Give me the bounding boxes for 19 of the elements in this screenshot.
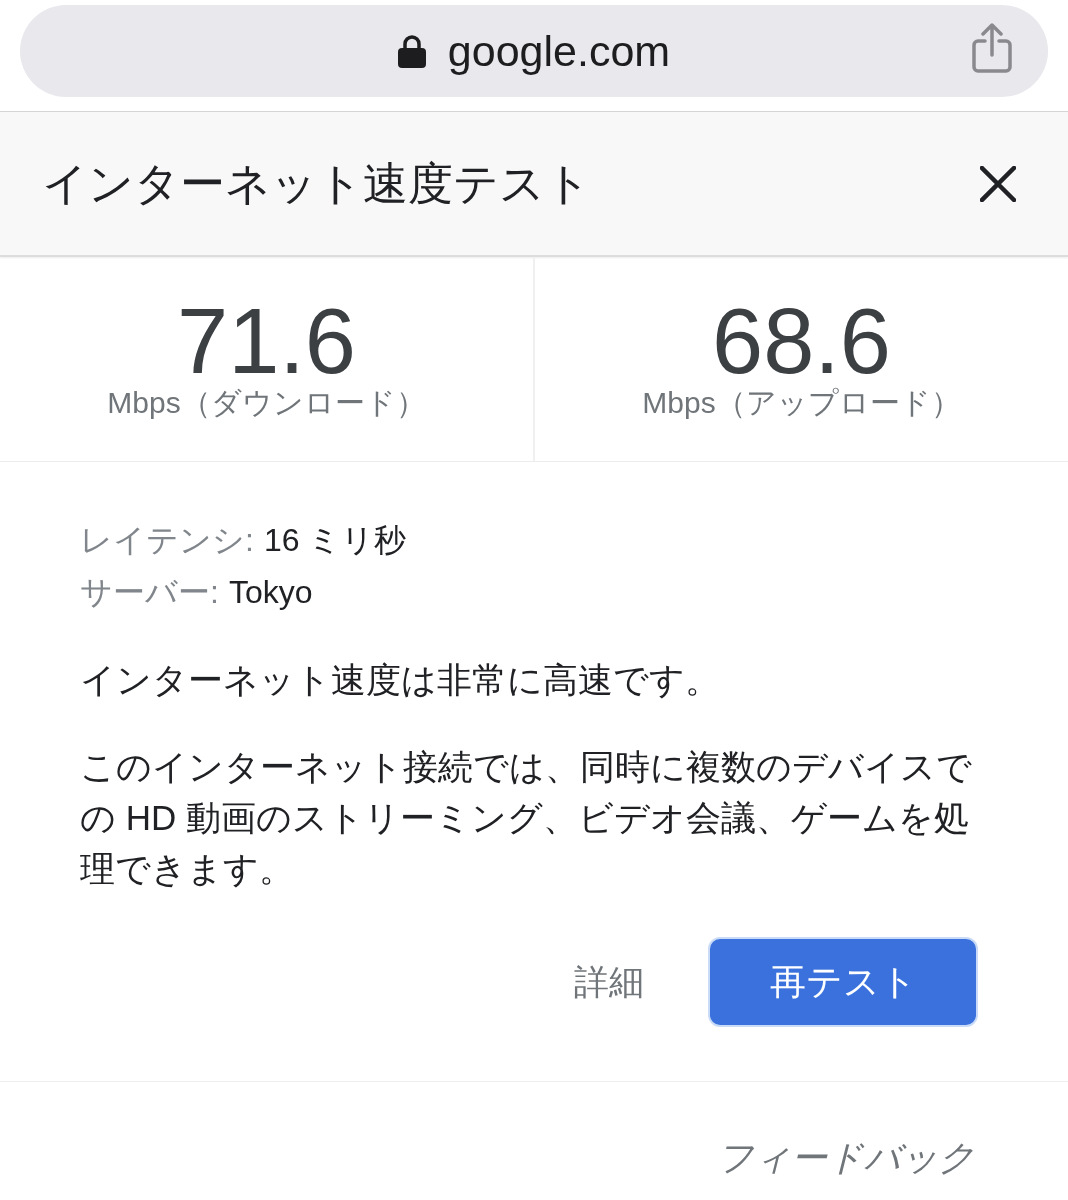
detail-label: レイテンシ: [80, 521, 254, 560]
close-icon[interactable] [980, 165, 1016, 202]
detail-value: 16 ミリ秒 [263, 521, 407, 560]
lock-icon [397, 34, 426, 68]
detail-label: サーバー: [80, 573, 219, 612]
url-text: google.com [447, 26, 671, 77]
detail-value: Tokyo [228, 573, 313, 612]
speed-unit-label: Mbps（アップロード） [642, 385, 961, 421]
speed-value: 68.6 [711, 299, 892, 383]
details-link[interactable]: 詳細 [574, 956, 644, 1008]
address-bar[interactable]: google.com [20, 5, 1048, 97]
speed-unit-label: Mbps（ダウンロード） [107, 385, 426, 421]
retest-button[interactable]: 再テスト [708, 937, 978, 1027]
panel-title: インターネット速度テスト [42, 156, 591, 211]
share-icon[interactable] [972, 23, 1012, 73]
speed-value: 71.6 [176, 299, 357, 383]
description-text: このインターネット接続では、同時に複数のデバイスでの HD 動画のストリーミング、ビデオ会議、ゲームを処理できます。 [80, 746, 973, 890]
summary-text: インターネット速度は非常に高速です。 [80, 659, 720, 701]
feedback-link[interactable]: フィードバック [717, 1132, 975, 1184]
